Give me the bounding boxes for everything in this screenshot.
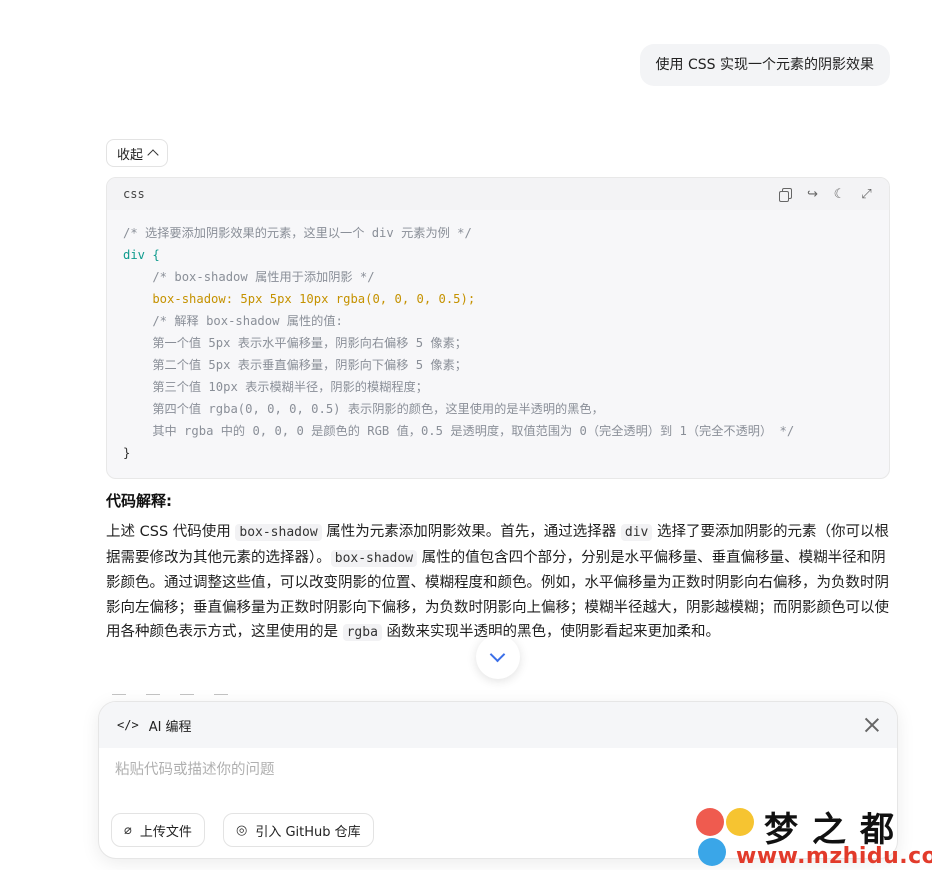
code-language-label: css: [123, 187, 145, 201]
yellow-face-icon: [726, 808, 754, 836]
watermark: 梦之都 www.mzhidu.com: [692, 798, 932, 870]
code-content: /* 选择要添加阴影效果的元素，这里以一个 div 元素为例 */ div { …: [107, 210, 889, 464]
code-line: 第三个值 10px 表示模糊半径，阴影的模糊程度；: [123, 380, 428, 394]
collapse-button[interactable]: 收起: [106, 139, 169, 167]
github-icon: ◎: [236, 822, 248, 838]
mode-label: AI 编程: [148, 719, 192, 735]
share-icon[interactable]: ↪: [806, 188, 819, 201]
inline-code: box-shadow: [330, 549, 418, 567]
code-line: }: [123, 446, 131, 460]
code-line: div {: [123, 248, 160, 262]
collapse-label: 收起: [117, 147, 144, 163]
prompt-input[interactable]: [99, 752, 897, 788]
explanation-title: 代码解释:: [106, 490, 172, 511]
code-toolbar: ↪ ☾ ⤢: [779, 187, 873, 202]
red-face-icon: [696, 808, 724, 836]
code-line: /* box-shadow 属性用于添加阴影 */: [123, 270, 375, 284]
paragraph-text: 上述 CSS 代码使用: [106, 524, 236, 540]
explanation-title-colon: :: [166, 492, 173, 510]
paragraph-text: 属性为元素添加阴影效果。首先，通过选择器: [321, 524, 621, 540]
user-message-bubble: 使用 CSS 实现一个元素的阴影效果: [639, 44, 890, 86]
code-line: 第二个值 5px 表示垂直偏移量，阴影向下偏移 5 像素；: [123, 358, 467, 372]
paragraph-text: 函数来实现半透明的黑色，使阴影看起来更加柔和。: [381, 624, 721, 640]
chevron-up-icon: [147, 149, 159, 161]
paperclip-icon: ⌀: [124, 822, 132, 838]
code-line: /* 解释 box-shadow 属性的值:: [123, 314, 343, 328]
code-line: 第四个值 rgba(0, 0, 0, 0.5) 表示阴影的颜色，这里使用的是半透…: [123, 402, 604, 416]
user-message-text: 使用 CSS 实现一个元素的阴影效果: [655, 57, 874, 73]
code-block: css ↪ ☾ ⤢ /* 选择要添加阴影效果的元素，这里以一个 div 元素为例…: [106, 177, 890, 479]
code-icon: </>: [117, 718, 139, 732]
mode-indicator: </> AI 编程: [117, 716, 192, 735]
moon-icon[interactable]: ☾: [833, 188, 846, 201]
watermark-url: www.mzhidu.com: [736, 844, 932, 869]
copy-icon[interactable]: [779, 187, 792, 202]
blue-face-icon: [698, 838, 726, 866]
upload-file-button[interactable]: ⌀ 上传文件: [111, 813, 205, 847]
code-line: /* 选择要添加阴影效果的元素，这里以一个 div 元素为例 */: [123, 226, 472, 240]
explanation-paragraph: 上述 CSS 代码使用 box-shadow 属性为元素添加阴影效果。首先，通过…: [106, 520, 896, 646]
expand-icon[interactable]: ⤢: [860, 188, 873, 201]
close-icon[interactable]: [865, 718, 879, 732]
explanation-title-text: 代码解释: [106, 492, 167, 510]
upload-file-label: 上传文件: [139, 824, 192, 840]
inline-code: div: [620, 524, 653, 541]
inline-code: rgba: [342, 624, 382, 641]
code-line: 第一个值 5px 表示水平偏移量，阴影向右偏移 5 像素；: [123, 336, 467, 350]
scroll-down-button[interactable]: [476, 635, 520, 679]
composer-header: </> AI 编程: [99, 702, 897, 748]
code-line: box-shadow: 5px 5px 10px rgba(0, 0, 0, 0…: [123, 292, 476, 306]
import-github-label: 引入 GitHub 仓库: [255, 824, 361, 840]
inline-code: box-shadow: [235, 524, 322, 541]
code-line: 其中 rgba 中的 0, 0, 0 是颜色的 RGB 值，0.5 是透明度，取…: [123, 424, 795, 438]
import-github-button[interactable]: ◎ 引入 GitHub 仓库: [223, 813, 374, 847]
code-block-header: css ↪ ☾ ⤢: [107, 178, 889, 210]
